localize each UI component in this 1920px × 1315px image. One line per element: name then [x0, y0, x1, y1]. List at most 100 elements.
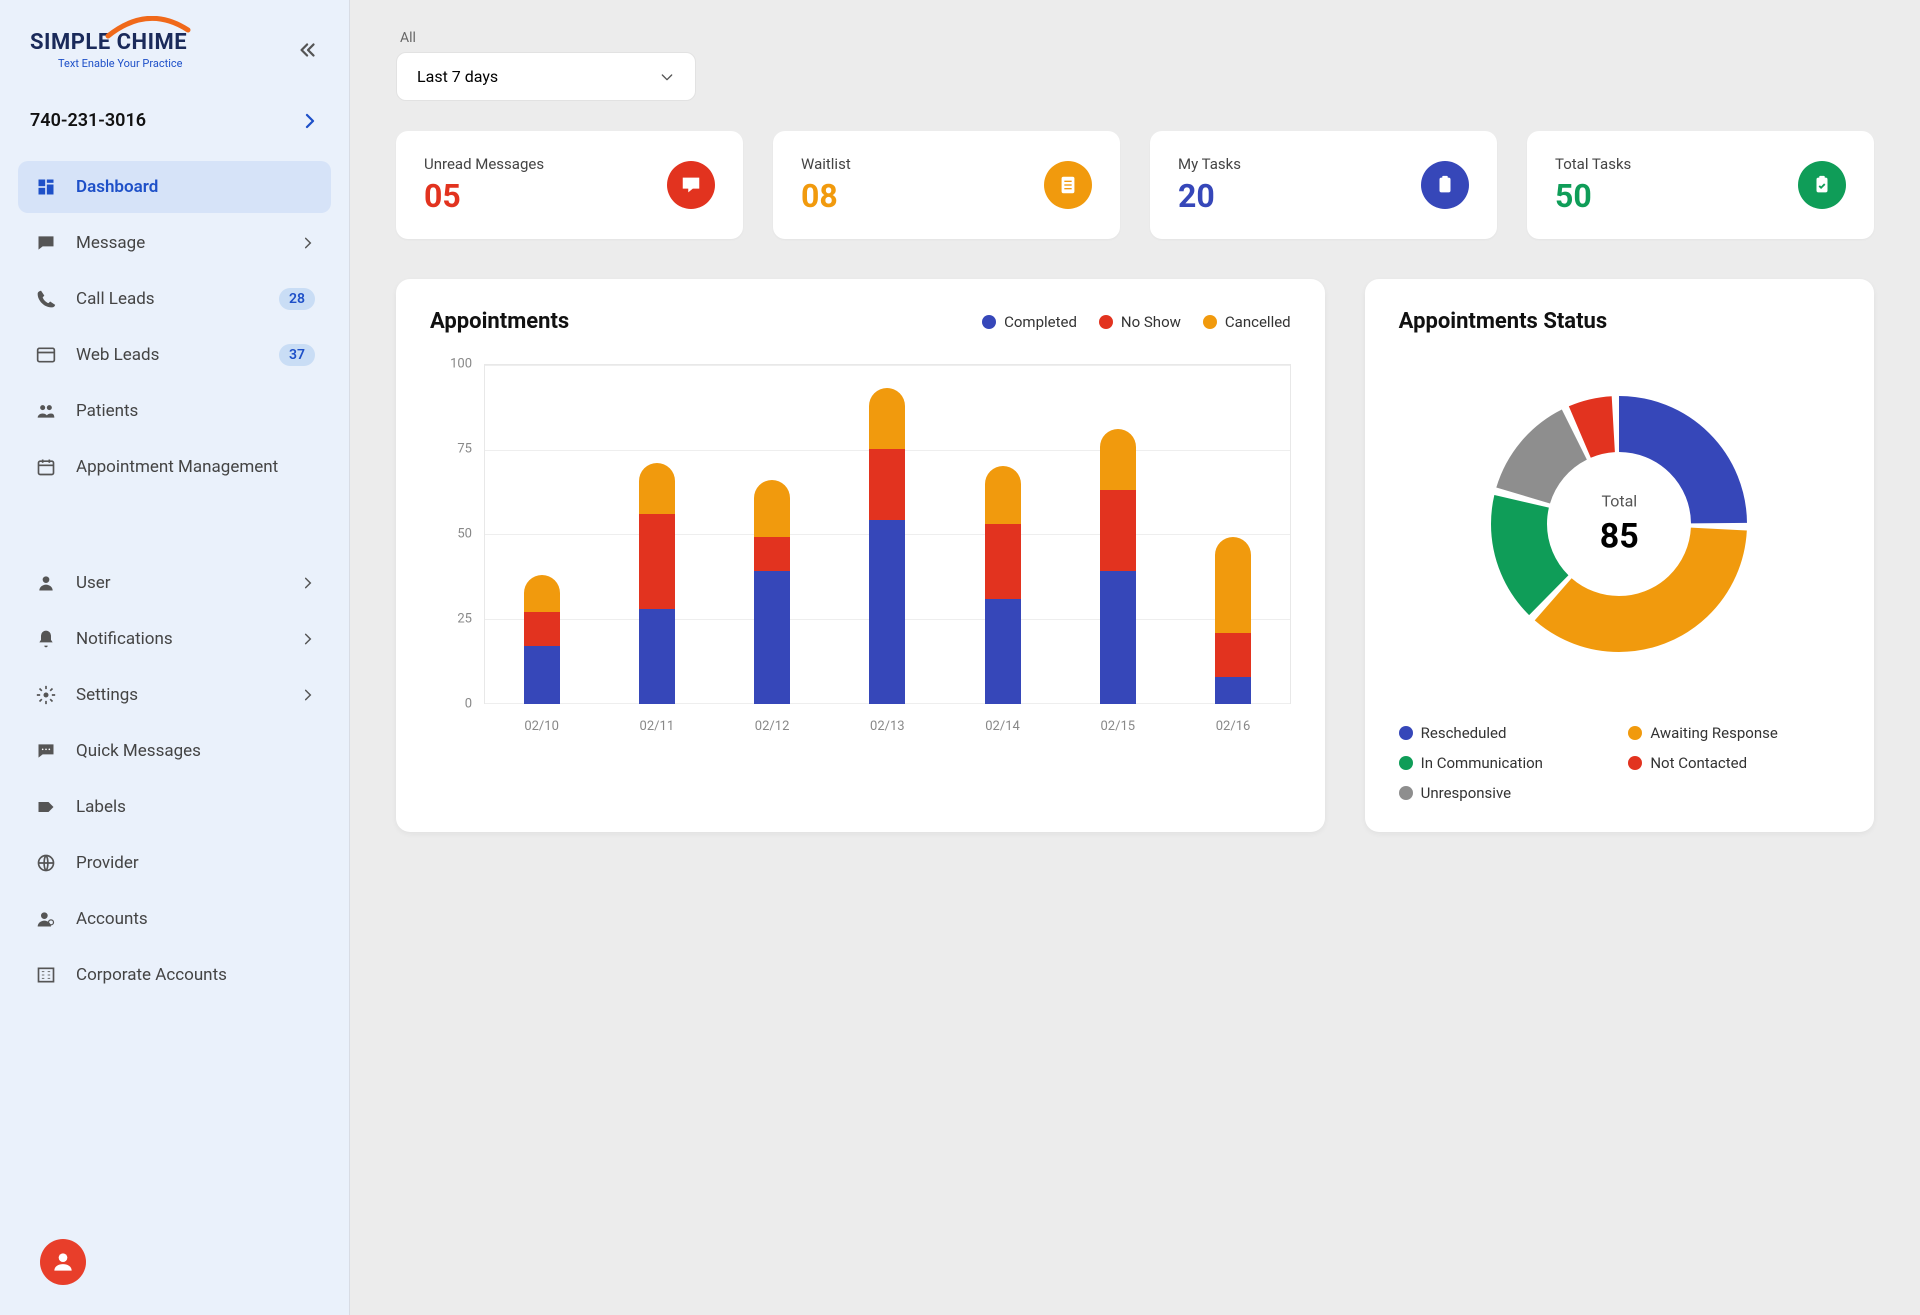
card-header: Appointments CompletedNo ShowCancelled: [430, 309, 1291, 334]
sidebar-item-quick-messages[interactable]: Quick Messages: [18, 725, 331, 777]
list-icon: [1044, 161, 1092, 209]
chevron-double-left-icon: [297, 39, 319, 61]
donut-center-value: 85: [1600, 517, 1639, 557]
sidebar-item-accounts[interactable]: Accounts: [18, 893, 331, 945]
legend-label: Cancelled: [1225, 313, 1291, 331]
phone-number: 740-231-3016: [30, 110, 146, 131]
kpi-waitlist[interactable]: Waitlist08: [773, 131, 1120, 239]
clipboard-check-icon: [1798, 161, 1846, 209]
kpi-my-tasks[interactable]: My Tasks 20: [1150, 131, 1497, 239]
y-tick: 50: [457, 527, 472, 542]
y-tick: 0: [465, 697, 472, 712]
kpi-value: 05: [424, 177, 544, 215]
collapse-sidebar-button[interactable]: [297, 39, 319, 61]
bar-segment: [1215, 633, 1251, 677]
legend-dot-icon: [1628, 726, 1642, 740]
legend-item: In Communication: [1399, 754, 1611, 772]
logo-swoosh-icon: [103, 16, 193, 40]
filter-scope-label: All: [400, 30, 1874, 46]
people-icon: [34, 399, 58, 423]
bar-segment: [639, 514, 675, 609]
y-tick: 75: [457, 442, 472, 457]
bar-col: [754, 364, 790, 704]
legend-label: Not Contacted: [1650, 754, 1747, 772]
chat-icon: [34, 739, 58, 763]
legend-dot-icon: [1203, 315, 1217, 329]
legend-item: Not Contacted: [1628, 754, 1840, 772]
nav-label: Patients: [76, 401, 315, 421]
kpi-row: Unread Messages 05 Waitlist08 My Tasks 20 Tot…: [396, 131, 1874, 239]
bar-segment: [1215, 537, 1251, 632]
bar-segment: [754, 480, 790, 538]
nav-label: Quick Messages: [76, 741, 315, 761]
kpi-value: 20: [1178, 177, 1241, 215]
gear-icon: [34, 683, 58, 707]
sidebar: SIMPLE CHIME Text Enable Your Practice 7…: [0, 0, 350, 1315]
kpi-unread-messages[interactable]: Unread Messages 05: [396, 131, 743, 239]
bar-segment: [754, 537, 790, 571]
phone-row[interactable]: 740-231-3016: [0, 90, 349, 151]
status-card: Appointments Status Total85 RescheduledA…: [1365, 279, 1874, 832]
nav-label: Dashboard: [76, 177, 315, 197]
appointments-bar-chart: 025507510002/1002/1102/1202/1302/1402/15…: [430, 364, 1291, 734]
sidebar-item-dashboard[interactable]: Dashboard: [18, 161, 331, 213]
bar-segment: [1100, 429, 1136, 490]
sidebar-item-call-leads[interactable]: Call Leads28: [18, 273, 331, 325]
kpi-label: Unread Messages: [424, 155, 544, 173]
chevron-right-icon: [301, 112, 319, 130]
legend-item: Awaiting Response: [1628, 724, 1840, 742]
bar-segment: [524, 575, 560, 612]
label-icon: [34, 795, 58, 819]
status-legend: Rescheduled Awaiting Response In Communica…: [1399, 724, 1840, 802]
bar-segment: [754, 571, 790, 704]
nav-label: Corporate Accounts: [76, 965, 315, 985]
sidebar-item-labels[interactable]: Labels: [18, 781, 331, 833]
y-axis: 0255075100: [430, 364, 480, 704]
legend-item: No Show: [1099, 313, 1181, 331]
kpi-total-tasks[interactable]: Total Tasks50: [1527, 131, 1874, 239]
nav-label: Appointment Management: [76, 457, 315, 477]
logo-row: SIMPLE CHIME Text Enable Your Practice: [0, 0, 349, 90]
sidebar-item-web-leads[interactable]: Web Leads37: [18, 329, 331, 381]
legend-label: Rescheduled: [1421, 724, 1507, 742]
nav-badge: 28: [279, 288, 315, 310]
status-donut-chart: Total85: [1459, 364, 1779, 684]
date-range-value: Last 7 days: [417, 67, 498, 86]
sidebar-item-patients[interactable]: Patients: [18, 385, 331, 437]
x-axis: 02/1002/1102/1202/1302/1402/1502/16: [484, 719, 1291, 734]
sidebar-item-user[interactable]: User: [18, 557, 331, 609]
avatar[interactable]: [40, 1239, 86, 1285]
legend-label: In Communication: [1421, 754, 1543, 772]
bar-segment: [1215, 677, 1251, 704]
chevron-down-icon: [659, 69, 675, 85]
filter-row: All Last 7 days: [396, 30, 1874, 101]
bar-segment: [1100, 490, 1136, 572]
sidebar-item-notifications[interactable]: Notifications: [18, 613, 331, 665]
nav-label: Labels: [76, 797, 315, 817]
legend-dot-icon: [1628, 756, 1642, 770]
legend-item: Cancelled: [1203, 313, 1291, 331]
bar-col: [869, 364, 905, 704]
logo: SIMPLE CHIME Text Enable Your Practice: [30, 30, 187, 70]
nav-label: User: [76, 573, 301, 593]
chevron-right-icon: [301, 688, 315, 702]
x-tick: 02/14: [985, 719, 1020, 734]
x-tick: 02/13: [870, 719, 905, 734]
sidebar-item-settings[interactable]: Settings: [18, 669, 331, 721]
bar-segment: [869, 388, 905, 449]
chevron-right-icon: [301, 236, 315, 250]
sidebar-item-message[interactable]: Message: [18, 217, 331, 269]
kpi-label: Total Tasks: [1555, 155, 1631, 173]
sidebar-item-corporate-accounts[interactable]: Corporate Accounts: [18, 949, 331, 1001]
x-tick: 02/15: [1100, 719, 1135, 734]
calendar-icon: [34, 455, 58, 479]
bar-col: [639, 364, 675, 704]
sidebar-item-provider[interactable]: Provider: [18, 837, 331, 889]
date-range-select[interactable]: Last 7 days: [396, 52, 696, 101]
user-icon: [34, 571, 58, 595]
chevron-right-icon: [301, 632, 315, 646]
sidebar-item-appointment-management[interactable]: Appointment Management: [18, 441, 331, 493]
nav-label: Web Leads: [76, 345, 279, 365]
kpi-label: My Tasks: [1178, 155, 1241, 173]
appointments-card: Appointments CompletedNo ShowCancelled 0…: [396, 279, 1325, 832]
